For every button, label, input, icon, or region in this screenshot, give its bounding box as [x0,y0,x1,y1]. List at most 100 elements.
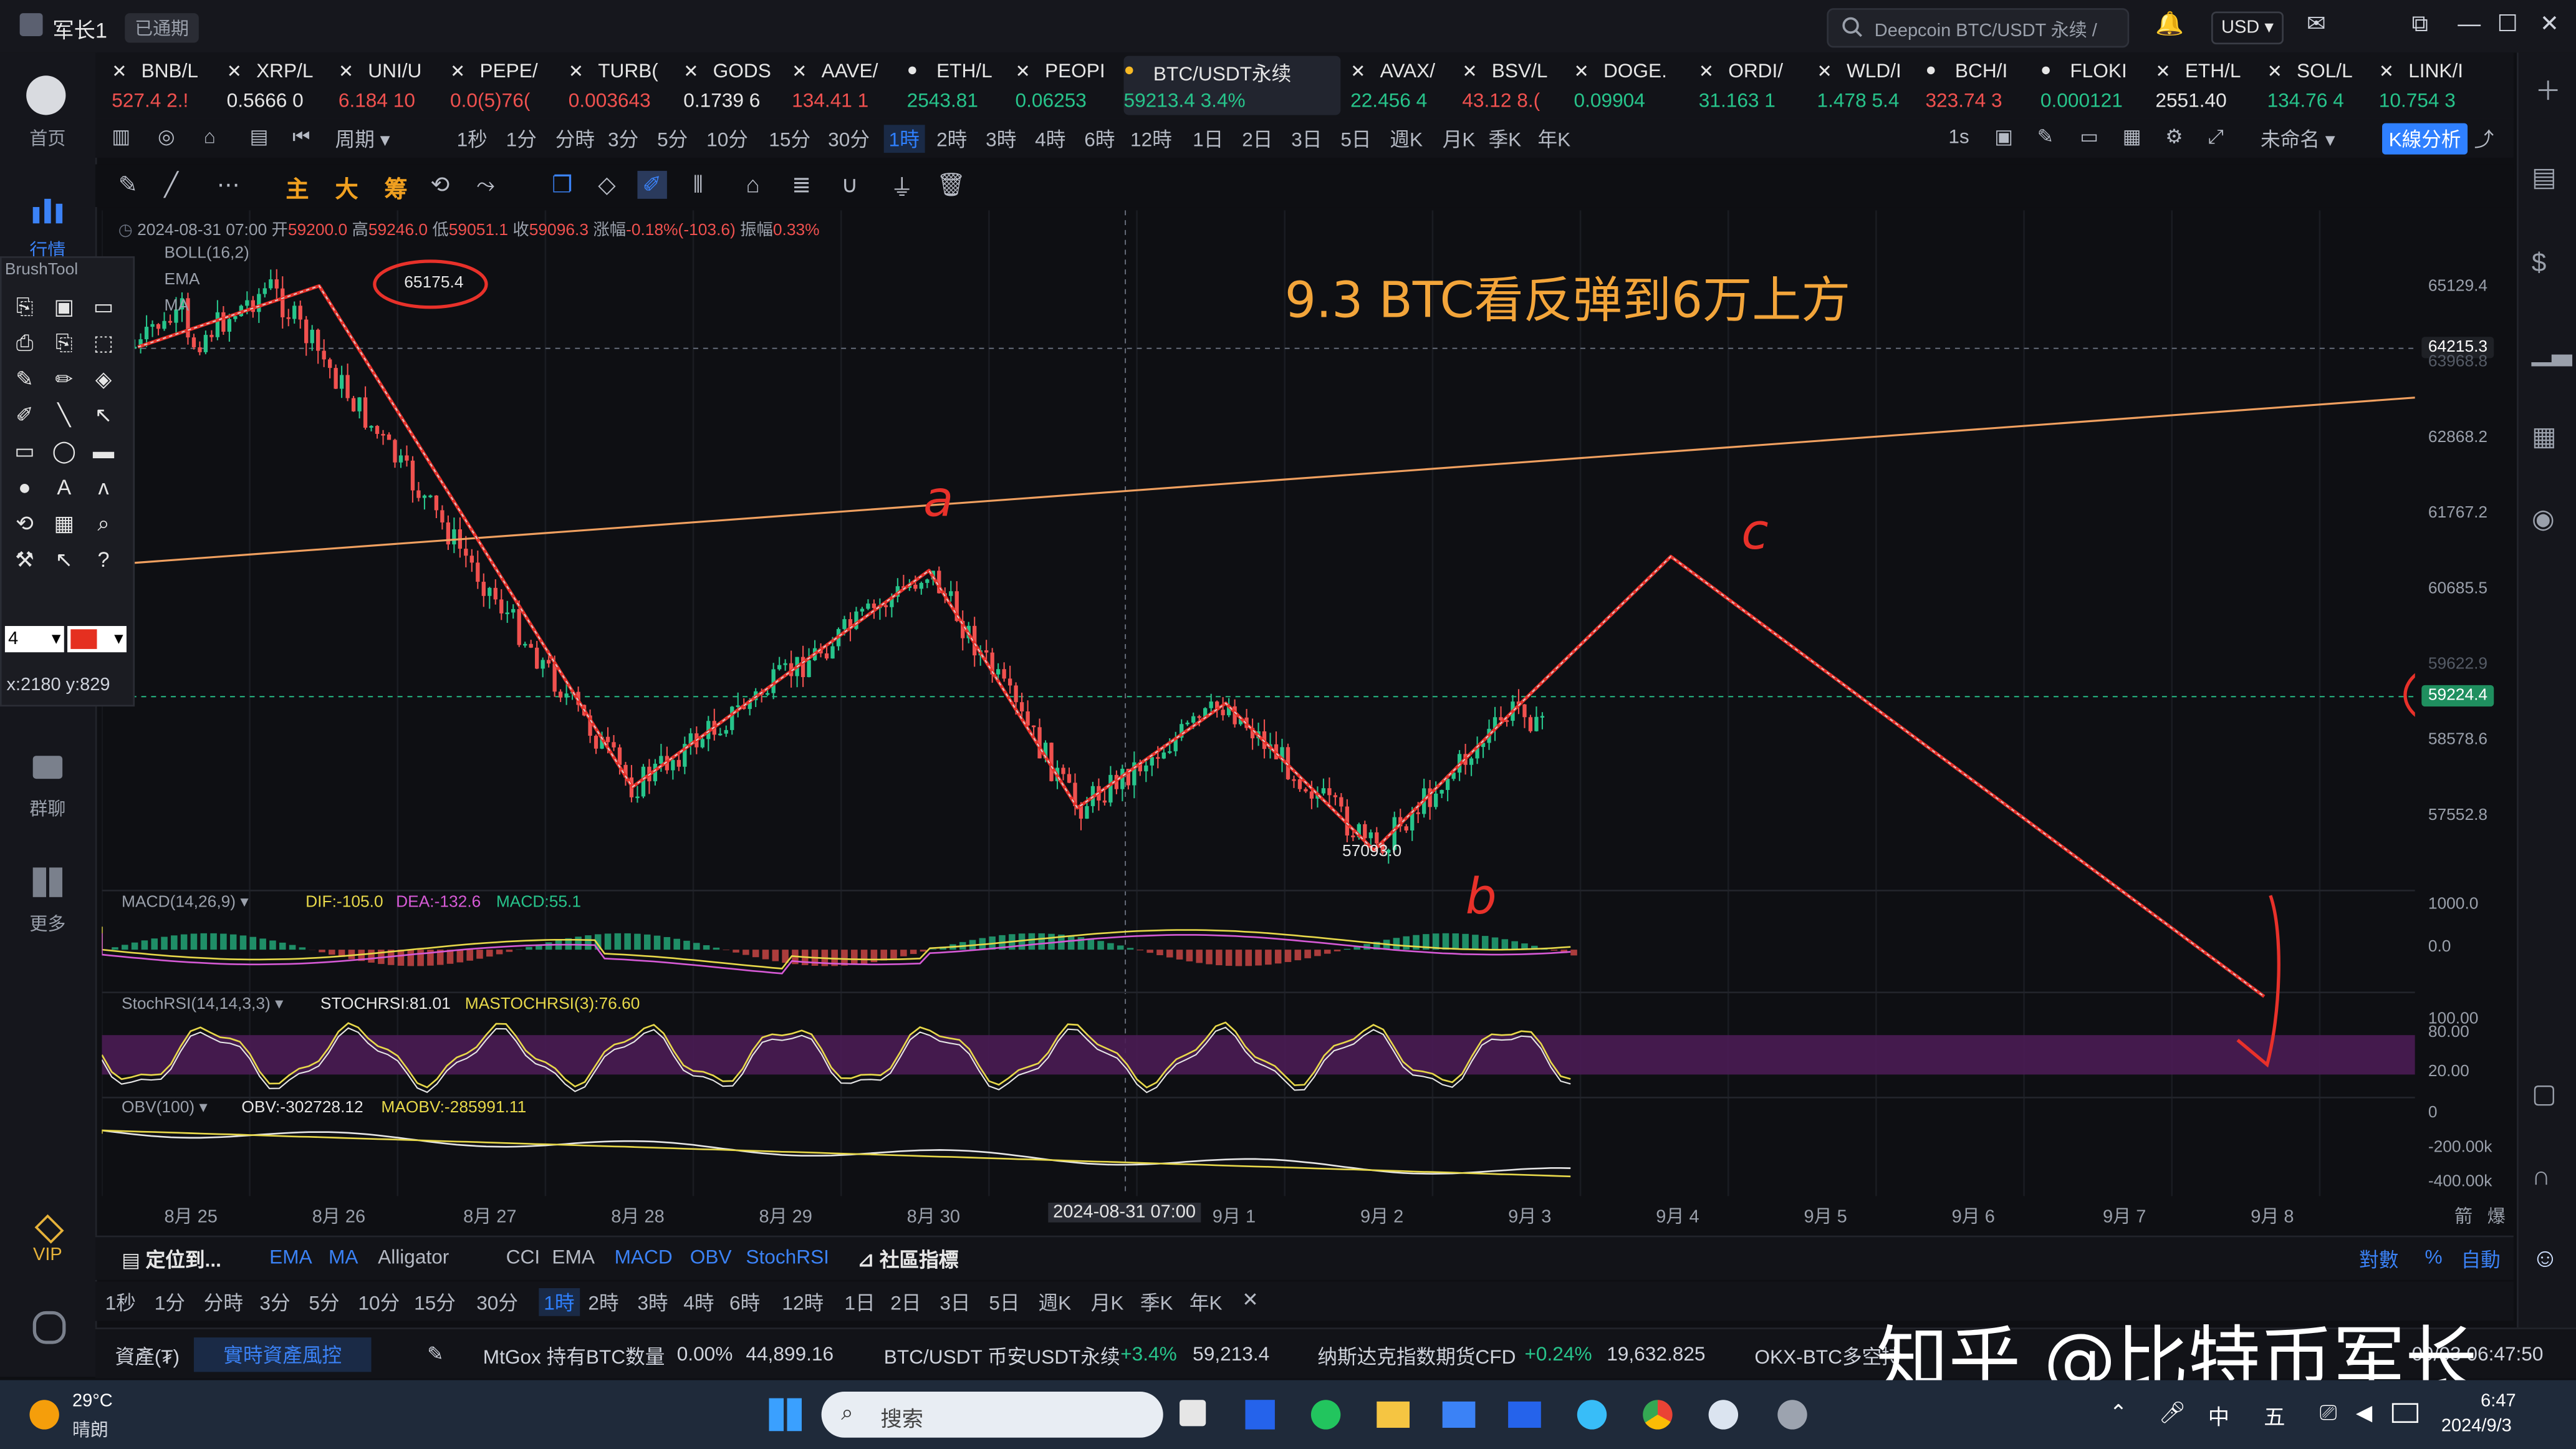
tf-13[interactable]: 12時 [1130,125,1172,153]
brush-tool-icon[interactable]: ✏ [47,367,80,393]
brush-tool-icon[interactable]: ✎ [8,367,41,393]
macd-name[interactable]: MACD(14,26,9) ▾ [122,894,249,912]
tf-bottom-7[interactable]: 30分 [476,1288,518,1316]
trading-app-icon[interactable] [1708,1400,1739,1430]
indicator-7[interactable]: StochRSI [746,1245,829,1268]
ruler-icon[interactable]: ✎ [118,171,138,199]
tf-3[interactable]: 3分 [608,125,638,153]
tf-bottom-6[interactable]: 15分 [414,1288,456,1316]
list-icon[interactable]: ≣ [792,171,811,199]
tf-6[interactable]: 15分 [769,125,810,153]
ticker-17[interactable]: ✕ ETH/L 2551.40 [2155,56,2261,115]
chrome-icon[interactable] [1643,1400,1673,1430]
edge-icon[interactable] [1310,1400,1341,1430]
brush-tool-icon[interactable]: ⌕ [87,511,120,537]
trend-icon[interactable]: ⤳ [476,171,495,199]
globe-icon[interactable] [1777,1400,1807,1430]
minimize-icon[interactable]: — [2458,10,2481,36]
ticker-11[interactable]: ✕ BSV/L 43.12 8.( [1462,56,1567,115]
brush-active-icon[interactable]: ✐ [637,171,667,199]
brush-color-select[interactable]: ▾ [67,626,127,653]
line-tool-icon[interactable]: ╱ [165,171,178,199]
tf-18[interactable]: 週K [1390,125,1423,153]
ticker-8[interactable]: ✕ PEOPI 0.06253 [1016,56,1121,115]
video-icon[interactable] [1508,1401,1541,1428]
panel-icon[interactable]: ▢ [2532,1078,2557,1111]
ticker-5[interactable]: ✕ GODS 0.1739 6 [683,56,789,115]
mail-icon[interactable]: ✉ [2307,10,2326,38]
chips-toggle[interactable]: 筹 [385,173,408,206]
log-toggle[interactable]: 對數 [2359,1245,2398,1273]
brush-tool-icon[interactable]: ▬ [87,439,120,464]
pen-icon[interactable]: ✎ [2037,125,2054,148]
copy-icon[interactable]: ❐ [552,171,572,199]
settings-icon[interactable] [32,1311,66,1344]
indicator-4[interactable]: EMA [552,1245,595,1268]
ticker-3[interactable]: ✕ PEPE/0.0(5)76( [450,56,555,115]
folder-icon[interactable] [1377,1401,1410,1428]
store-icon[interactable] [1245,1400,1275,1430]
brush-tool-icon[interactable]: ▦ [47,511,80,537]
tf-bottom-0[interactable]: 1秒 [105,1288,136,1316]
tf-bottom-14[interactable]: 1日 [844,1288,875,1316]
currency-select[interactable]: USD ▾ [2211,11,2284,45]
community-indicators[interactable]: ⊿ 社區指標 [858,1245,959,1273]
boll-label[interactable]: BOLL(16,2) [165,245,249,263]
tf-bottom-19[interactable]: 月K [1091,1288,1124,1316]
stoch-name[interactable]: StochRSI(14,14,3,3) ▾ [122,996,283,1014]
ema-label[interactable]: EMA [165,271,200,289]
indicator-2[interactable]: Alligator [378,1245,449,1268]
taskbar-search[interactable]: ⌕ 搜索 [821,1392,1163,1438]
eraser-icon[interactable]: ◇ [598,171,615,199]
tf-bottom-8[interactable]: 1時 [539,1288,580,1316]
tf-bottom-16[interactable]: 3日 [940,1288,970,1316]
tf-bottom-5[interactable]: 10分 [358,1288,400,1316]
bell-icon[interactable]: 🔔 [2155,10,2184,38]
ma-label[interactable]: MA [165,297,190,315]
template-icon[interactable]: ⌂ [204,125,216,148]
tf-bottom-11[interactable]: 4時 [683,1288,714,1316]
close-tf-icon[interactable]: ✕ [1242,1288,1259,1311]
assets-label[interactable]: 資產(₮) [115,1342,180,1370]
bot-icon[interactable]: ☺ [2532,1245,2559,1274]
signal-icon[interactable]: ◉ [2532,503,2555,536]
bars-icon[interactable]: ⫴ [693,171,703,199]
plus-icon[interactable]: ＋ [2535,69,2561,108]
unnamed-layout[interactable]: 未命名 ▾ [2261,125,2335,153]
kline-analysis-button[interactable]: K線分析 [2382,123,2468,155]
brush-tool-icon[interactable]: ↖ [47,547,80,574]
brush-tool-icon[interactable]: ▭ [8,439,41,465]
tf-bottom-13[interactable]: 12時 [782,1288,824,1316]
big-toggle[interactable]: 大 [335,173,358,206]
indicator-3[interactable]: CCI [506,1245,540,1268]
tf-0[interactable]: 1秒 [457,125,488,153]
temperature[interactable]: 29°C [72,1392,113,1412]
mic-icon[interactable]: 🎤︎ [2159,1400,2186,1426]
app-logo-icon[interactable] [26,75,66,115]
indicator-0[interactable]: EMA [269,1245,312,1268]
layout-icon[interactable]: ▭ [2080,125,2098,148]
ticker-14[interactable]: ✕ WLD/I 1.478 5.4 [1817,56,1923,115]
search-box[interactable]: Deepcoin BTC/USDT 永续 / [1827,8,2130,48]
obv-name[interactable]: OBV(100) ▾ [122,1099,208,1117]
monitor-button[interactable]: 實時資產風控 [193,1337,372,1372]
price-axis[interactable]: 65129.4 64215.3 63968.8 62868.2 61767.2 60685… [2415,210,2517,1229]
save-icon[interactable]: ▦ [2123,125,2141,148]
tf-bottom-9[interactable]: 2時 [588,1288,618,1316]
weather-text[interactable]: 晴朗 [72,1417,108,1443]
tf-17[interactable]: 5日 [1340,125,1371,153]
ticker-2[interactable]: ✕ UNI/U 6.184 10 [339,56,444,115]
popout-icon[interactable]: ⧉ [2411,10,2428,38]
weather-icon[interactable] [29,1400,59,1430]
tf-10[interactable]: 3時 [986,125,1016,153]
tf-bottom-20[interactable]: 季K [1140,1288,1173,1316]
brush-tool-icon[interactable]: ◈ [87,367,120,393]
tf-11[interactable]: 4時 [1035,125,1065,153]
mail-app-icon[interactable] [1442,1401,1476,1428]
rail-more[interactable]: 更多 [0,910,95,936]
ticker-16[interactable]: ● FLOKI 0.000121 [2040,56,2146,115]
percent-toggle[interactable]: % [2425,1245,2443,1268]
tf-bottom-18[interactable]: 週K [1038,1288,1071,1316]
rail-home[interactable]: 首页 [0,125,95,151]
ticker-12[interactable]: ✕ DOGE. 0.09904 [1574,56,1680,115]
